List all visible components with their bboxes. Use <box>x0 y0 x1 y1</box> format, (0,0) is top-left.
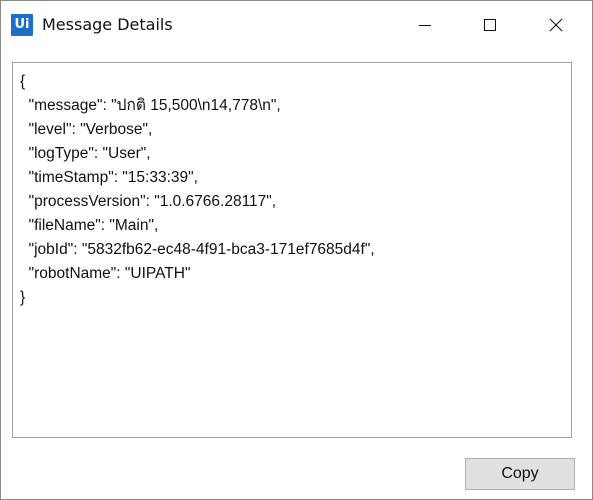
uipath-logo-icon: Ui <box>11 14 33 36</box>
json-line: "fileName": "Main", <box>20 217 159 234</box>
json-line: { <box>20 73 26 90</box>
close-icon <box>549 18 563 32</box>
minimize-icon <box>419 25 431 26</box>
json-line: "processVersion": "1.0.6766.28117", <box>20 193 277 210</box>
json-line: "message": "ปกติ 15,500\n14,778\n", <box>20 97 281 114</box>
title-bar[interactable]: Ui Message Details <box>1 1 592 49</box>
json-line: "timeStamp": "15:33:39", <box>20 169 198 186</box>
copy-button[interactable]: Copy <box>465 458 575 490</box>
maximize-button[interactable] <box>462 1 518 49</box>
json-line: "level": "Verbose", <box>20 121 153 138</box>
close-button[interactable] <box>528 1 584 49</box>
json-line: "jobId": "5832fb62-ec48-4f91-bca3-171ef7… <box>20 241 375 258</box>
message-details-window: Ui Message Details { "message": "ปกติ 15… <box>0 0 593 500</box>
window-title: Message Details <box>42 15 173 34</box>
json-line: "robotName": "UIPATH" <box>20 265 191 282</box>
minimize-button[interactable] <box>397 1 453 49</box>
message-text-area[interactable]: { "message": "ปกติ 15,500\n14,778\n", "l… <box>12 62 572 438</box>
json-line: "logType": "User", <box>20 145 151 162</box>
json-line: } <box>20 289 26 306</box>
maximize-icon <box>484 19 496 31</box>
